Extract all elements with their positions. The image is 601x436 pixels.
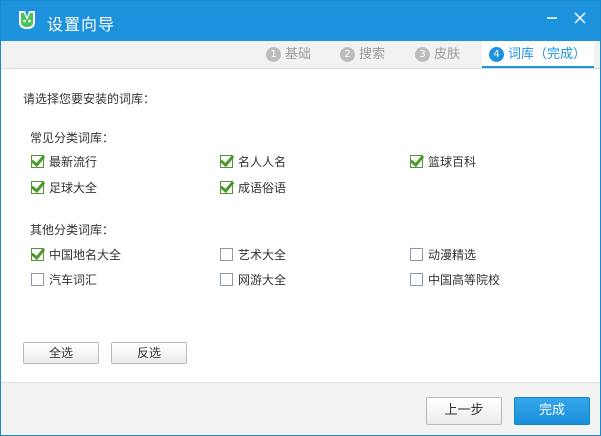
checkbox-icon (410, 273, 423, 286)
title-bar[interactable]: 设置向导 (1, 1, 600, 41)
step-number: 4 (489, 47, 504, 62)
step-number: 3 (415, 47, 430, 62)
setup-wizard-window: 设置向导 1 基础 2 搜索 3 皮肤 4 词库（完成） 请选择您要安装的词库： 常见分… (0, 0, 601, 436)
prompt-text: 请选择您要安装的词库： (23, 92, 156, 106)
option-label: 足球大全 (49, 181, 98, 195)
footer-bar: 上一步 完成 (1, 382, 600, 435)
minimize-button[interactable] (541, 7, 563, 29)
option-label: 动漫精选 (428, 248, 477, 262)
checkbox-icon (31, 248, 44, 261)
wizard-steps: 1 基础 2 搜索 3 皮肤 4 词库（完成） (1, 41, 600, 69)
previous-step-button[interactable]: 上一步 (426, 397, 502, 425)
checkbox-celebrity-names[interactable]: 名人人名 (220, 154, 286, 170)
common-section-title: 常见分类词库： (30, 131, 115, 145)
checkbox-basketball[interactable]: 篮球百科 (410, 154, 476, 170)
checkbox-anime[interactable]: 动漫精选 (410, 247, 476, 263)
tab-label: 搜索 (359, 47, 386, 62)
checkbox-football[interactable]: 足球大全 (31, 180, 97, 196)
tab-skin[interactable]: 3 皮肤 (415, 41, 460, 68)
tab-label: 词库（完成） (508, 47, 587, 62)
checkbox-icon (220, 273, 233, 286)
checkbox-icon (31, 181, 44, 194)
option-label: 成语俗语 (238, 181, 287, 195)
tab-search[interactable]: 2 搜索 (340, 41, 385, 68)
tab-dictionary[interactable]: 4 词库（完成） (482, 41, 594, 68)
checkbox-universities[interactable]: 中国高等院校 (410, 272, 500, 288)
option-label: 名人人名 (238, 155, 287, 169)
checkbox-icon (31, 273, 44, 286)
step-number: 2 (340, 47, 355, 62)
option-label: 艺术大全 (238, 248, 287, 262)
checkbox-icon (220, 155, 233, 168)
checkbox-icon (410, 248, 423, 261)
step-number: 1 (266, 47, 281, 62)
checkbox-car-terms[interactable]: 汽车词汇 (31, 272, 97, 288)
invert-selection-button[interactable]: 反选 (111, 342, 187, 364)
select-all-button[interactable]: 全选 (23, 342, 99, 364)
checkbox-icon (410, 155, 423, 168)
option-label: 最新流行 (49, 155, 98, 169)
minimize-icon (547, 17, 557, 19)
option-label: 中国地名大全 (49, 248, 122, 262)
option-label: 汽车词汇 (49, 273, 98, 287)
option-label: 篮球百科 (428, 155, 477, 169)
checkbox-online-games[interactable]: 网游大全 (220, 272, 286, 288)
checkbox-art[interactable]: 艺术大全 (220, 247, 286, 263)
tab-basic[interactable]: 1 基础 (266, 41, 311, 68)
checkbox-china-places[interactable]: 中国地名大全 (31, 247, 121, 263)
checkbox-idioms[interactable]: 成语俗语 (220, 180, 286, 196)
checkbox-icon (220, 248, 233, 261)
checkbox-icon (220, 181, 233, 194)
option-label: 网游大全 (238, 273, 287, 287)
other-section-title: 其他分类词库： (30, 223, 115, 237)
checkbox-icon (31, 155, 44, 168)
app-logo-icon (19, 11, 35, 29)
finish-button[interactable]: 完成 (514, 397, 590, 425)
option-label: 中国高等院校 (428, 273, 501, 287)
tab-label: 基础 (285, 47, 312, 62)
close-icon (574, 12, 586, 24)
close-button[interactable] (569, 7, 591, 29)
window-title: 设置向导 (47, 15, 116, 34)
tab-label: 皮肤 (434, 47, 461, 62)
checkbox-latest-trends[interactable]: 最新流行 (31, 154, 97, 170)
